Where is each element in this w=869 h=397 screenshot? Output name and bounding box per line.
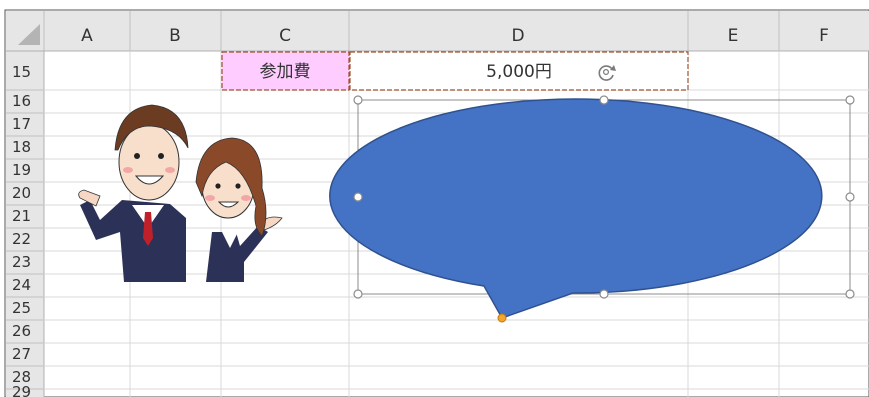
column-header-e[interactable]: E	[728, 26, 739, 46]
select-all-corner[interactable]	[6, 11, 44, 51]
row-header-29[interactable]: 29	[12, 383, 31, 397]
cell-c15[interactable]: 参加費	[221, 51, 350, 91]
column-header-a[interactable]: A	[81, 26, 93, 46]
row-header-24[interactable]: 24	[12, 276, 31, 294]
row-header-17[interactable]: 17	[12, 115, 31, 133]
row-header-18[interactable]: 18	[12, 138, 31, 156]
column-header-f[interactable]: F	[819, 26, 829, 46]
resize-handle-top-center[interactable]	[599, 95, 609, 105]
row-header-16[interactable]: 16	[12, 92, 31, 110]
cell-d15-text: 5,000円	[486, 62, 552, 82]
spreadsheet-canvas: A B C D E F 15 16 17 18 19 20 21 22 23 2…	[0, 0, 869, 397]
column-header-d[interactable]: D	[511, 26, 524, 46]
row-header-19[interactable]: 19	[12, 161, 31, 179]
row-header-26[interactable]: 26	[12, 322, 31, 340]
resize-handle-middle-left[interactable]	[353, 192, 363, 202]
cell-d15[interactable]: 5,000円	[349, 51, 689, 91]
tail-adjust-handle[interactable]	[497, 313, 507, 323]
row-header-15[interactable]: 15	[12, 63, 31, 81]
resize-handle-bottom-center[interactable]	[599, 289, 609, 299]
resize-handle-top-right[interactable]	[845, 95, 855, 105]
column-header-bar	[6, 11, 869, 51]
resize-handle-middle-right[interactable]	[845, 192, 855, 202]
resize-handle-bottom-left[interactable]	[353, 289, 363, 299]
cell-c15-text: 参加費	[260, 62, 311, 82]
row-header-21[interactable]: 21	[12, 207, 31, 225]
resize-handle-top-left[interactable]	[353, 95, 363, 105]
column-header-b[interactable]: B	[169, 26, 181, 46]
resize-handle-bottom-right[interactable]	[845, 289, 855, 299]
column-header-c[interactable]: C	[279, 26, 291, 46]
row-header-23[interactable]: 23	[12, 253, 31, 271]
row-header-27[interactable]: 27	[12, 345, 31, 363]
row-header-25[interactable]: 25	[12, 299, 31, 317]
row-header-22[interactable]: 22	[12, 230, 31, 248]
row-header-20[interactable]: 20	[12, 184, 31, 202]
